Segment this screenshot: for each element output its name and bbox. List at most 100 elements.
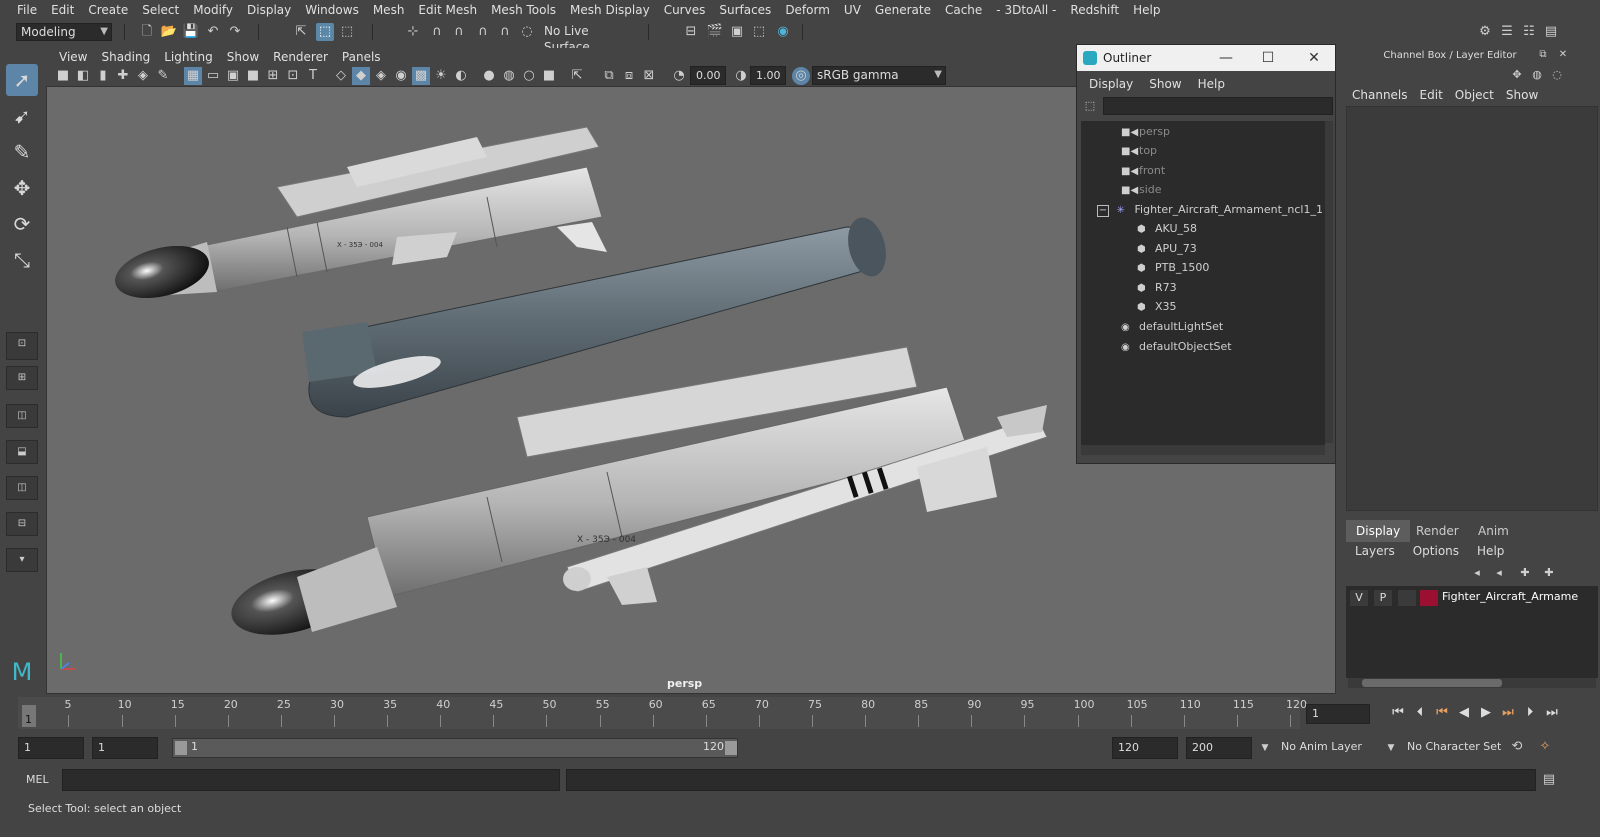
go-to-end-icon[interactable]: ⏭: [1542, 704, 1562, 722]
redshift-icon[interactable]: ◉: [774, 23, 792, 41]
menu-edit[interactable]: Edit: [44, 0, 81, 20]
select-hierarchy-icon[interactable]: ⇱: [292, 23, 310, 41]
snap-point-icon[interactable]: ∩: [450, 23, 468, 41]
layer-menu-layers[interactable]: Layers: [1346, 544, 1404, 558]
outliner-item-r73[interactable]: ⬢ R73: [1137, 278, 1177, 297]
ipr-render-icon[interactable]: ▣: [728, 23, 746, 41]
outliner-item-ptb1500[interactable]: ⬢ PTB_1500: [1137, 258, 1209, 277]
range-start-handle[interactable]: [175, 741, 187, 755]
outliner-menu-show[interactable]: Show: [1141, 77, 1189, 91]
menu-cache[interactable]: Cache: [938, 0, 989, 20]
channel-box-menu-object[interactable]: Object: [1449, 88, 1500, 102]
exposure-field[interactable]: 0.00: [690, 66, 726, 85]
isolate-icon[interactable]: ⇱: [568, 67, 586, 85]
frame-selection-icon[interactable]: ⧈: [620, 67, 638, 85]
persp-graph-outliner-layout-icon[interactable]: ⊟: [6, 512, 38, 536]
persp-outliner-layout-icon[interactable]: ◫: [6, 476, 38, 500]
mode-selector[interactable]: Modeling ▼: [16, 23, 112, 41]
outliner-item-top[interactable]: ■◀top: [1121, 141, 1157, 160]
move-layer-down-icon[interactable]: ◂: [1490, 564, 1508, 582]
viewport-menu-panels[interactable]: Panels: [335, 50, 388, 64]
scale-manipulator-icon[interactable]: ◌: [1548, 66, 1566, 84]
viewport-menu-shading[interactable]: Shading: [94, 50, 157, 64]
image-plane-icon[interactable]: ✚: [114, 67, 132, 85]
command-input[interactable]: [62, 769, 560, 791]
layer-row[interactable]: V P Fighter_Aircraft_Armame: [1346, 586, 1598, 610]
gamma-icon[interactable]: ◑: [732, 67, 750, 85]
custom-layout-icon[interactable]: ▾: [6, 548, 38, 572]
scrollbar-thumb[interactable]: [1362, 679, 1502, 687]
tab-display[interactable]: Display: [1346, 520, 1411, 542]
scene-end-field[interactable]: 200: [1186, 737, 1252, 759]
layer-menu-options[interactable]: Options: [1404, 544, 1468, 558]
zoom-icon[interactable]: ⊠: [640, 67, 658, 85]
exposure-icon[interactable]: ◔: [670, 67, 688, 85]
menu-windows[interactable]: Windows: [298, 0, 366, 20]
layer-type-toggle[interactable]: [1398, 590, 1416, 606]
ambient-occlusion-icon[interactable]: ◐: [452, 67, 470, 85]
snap-grid-icon[interactable]: ⊹: [404, 23, 422, 41]
layer-color-swatch[interactable]: [1420, 590, 1438, 606]
scene-start-field[interactable]: 1: [18, 737, 84, 759]
outliner-item-apu73[interactable]: ⬢ APU_73: [1137, 239, 1197, 258]
menu-mesh[interactable]: Mesh: [366, 0, 412, 20]
chevron-down-icon[interactable]: ▼: [1256, 739, 1274, 757]
side-by-side-layout-icon[interactable]: ◫: [6, 404, 38, 428]
playback-end-field[interactable]: 120: [1112, 737, 1178, 759]
paint-select-tool-icon[interactable]: ✎: [6, 136, 38, 168]
live-surface-field[interactable]: No Live Surface: [540, 23, 636, 54]
channel-box-menu-edit[interactable]: Edit: [1414, 88, 1449, 102]
outliner-menu-help[interactable]: Help: [1190, 77, 1233, 91]
modeling-toolkit-icon[interactable]: ⚙: [1476, 23, 1494, 41]
rotate-tool-icon[interactable]: ⟳: [6, 208, 38, 240]
gate-mask-icon[interactable]: ■: [244, 67, 262, 85]
go-to-start-icon[interactable]: ⏮: [1388, 704, 1408, 722]
move-manipulator-icon[interactable]: ✥: [1508, 66, 1526, 84]
outliner-item-front[interactable]: ■◀front: [1121, 161, 1165, 180]
tool-settings-icon[interactable]: ☷: [1520, 23, 1538, 41]
persp-graph-layout-icon[interactable]: ⬓: [6, 440, 38, 464]
snap-surface-icon[interactable]: ∩: [496, 23, 514, 41]
menu-surfaces[interactable]: Surfaces: [712, 0, 778, 20]
gamma-field[interactable]: 1.00: [750, 66, 786, 85]
smooth-shade-icon[interactable]: ◆: [352, 67, 370, 85]
camera-select-icon[interactable]: ■: [54, 67, 72, 85]
viewport-menu-lighting[interactable]: Lighting: [157, 50, 220, 64]
outliner-item-default-object-set[interactable]: ◉ defaultObjectSet: [1121, 337, 1232, 356]
collapse-icon[interactable]: −: [1097, 205, 1109, 217]
safe-action-icon[interactable]: ⊡: [284, 67, 302, 85]
xray-joints-icon[interactable]: ○: [520, 67, 538, 85]
viewport-menu-renderer[interactable]: Renderer: [266, 50, 335, 64]
scale-tool-icon[interactable]: ⤡: [6, 244, 38, 276]
xray-icon[interactable]: ◍: [500, 67, 518, 85]
menu-curves[interactable]: Curves: [657, 0, 713, 20]
close-panel-icon[interactable]: ✕: [1554, 46, 1572, 64]
minimize-icon[interactable]: —: [1211, 45, 1241, 71]
textured-icon[interactable]: ◉: [392, 67, 410, 85]
tab-anim[interactable]: Anim: [1468, 520, 1519, 542]
2d-pan-icon[interactable]: ◈: [134, 67, 152, 85]
redo-icon[interactable]: ↷: [226, 23, 244, 41]
step-back-frame-icon[interactable]: ⏴: [1410, 704, 1430, 722]
menu-redshift[interactable]: Redshift: [1063, 0, 1126, 20]
menu-mesh-tools[interactable]: Mesh Tools: [484, 0, 563, 20]
select-tool-icon[interactable]: ➚: [6, 64, 38, 96]
frame-all-icon[interactable]: ⧉: [600, 67, 618, 85]
field-chart-icon[interactable]: ⊞: [264, 67, 282, 85]
channel-box-icon[interactable]: ▤: [1542, 23, 1560, 41]
outliner-item-side[interactable]: ■◀side: [1121, 180, 1162, 199]
layer-playback-toggle[interactable]: P: [1374, 590, 1392, 606]
step-forward-frame-icon[interactable]: ⏵: [1520, 704, 1540, 722]
backface-icon[interactable]: ■: [540, 67, 558, 85]
chevron-down-icon[interactable]: ▼: [1382, 739, 1400, 757]
outliner-item-x35[interactable]: ⬢ X35: [1137, 297, 1177, 316]
render-view-icon[interactable]: ⬚: [750, 23, 768, 41]
wireframe-on-shaded-icon[interactable]: ◈: [372, 67, 390, 85]
auto-key-icon[interactable]: ⟲: [1508, 738, 1526, 756]
viewport-menu-view[interactable]: View: [52, 50, 94, 64]
grease-pencil-icon[interactable]: ✎: [154, 67, 172, 85]
undo-icon[interactable]: ↶: [204, 23, 222, 41]
camera-attributes-icon[interactable]: ◧: [74, 67, 92, 85]
outliner-search-input[interactable]: [1103, 97, 1333, 115]
play-backwards-icon[interactable]: ◀: [1454, 704, 1474, 722]
